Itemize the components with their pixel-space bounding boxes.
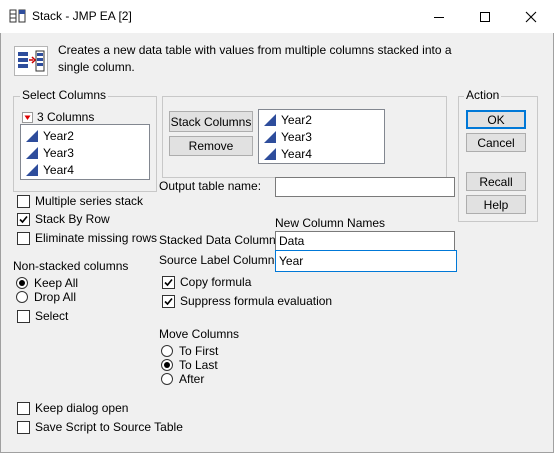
minimize-icon [434,16,444,18]
action-label: Action [464,88,502,102]
stack-by-row-checkbox[interactable] [17,213,30,226]
to-first-label: To First [179,344,219,358]
after-radio[interactable] [161,373,173,385]
continuous-column-icon [26,163,38,176]
continuous-column-icon [26,129,38,142]
stack-columns-button[interactable]: Stack Columns [169,111,253,132]
save-script-label: Save Script to Source Table [35,420,183,434]
multiple-series-stack-label: Multiple series stack [35,194,144,208]
continuous-column-icon [264,147,276,160]
move-columns-heading: Move Columns [159,327,240,341]
source-label-column-input[interactable] [275,250,457,272]
new-column-names-heading: New Column Names [275,216,386,230]
checkmark-icon [164,278,173,287]
list-item[interactable]: Year3 [25,144,74,161]
source-label-column-label: Source Label Column [159,253,275,267]
recall-button[interactable]: Recall [466,172,526,191]
to-last-radio[interactable] [161,359,173,371]
copy-formula-checkbox[interactable] [162,276,175,289]
continuous-column-icon [264,113,276,126]
drop-all-label: Drop All [34,290,77,304]
list-item[interactable]: Year2 [263,111,312,128]
remove-button[interactable]: Remove [169,136,253,156]
ok-button[interactable]: OK [466,110,526,129]
list-item[interactable]: Year4 [25,161,74,178]
eliminate-missing-rows-checkbox[interactable] [17,232,30,245]
red-triangle-icon [22,111,33,123]
select-columns-label: Select Columns [20,88,109,102]
list-item-label: Year2 [281,112,312,127]
after-label: After [179,372,205,386]
suppress-formula-evaluation-checkbox[interactable] [162,295,175,308]
help-button[interactable]: Help [466,195,526,214]
eliminate-missing-rows-label: Eliminate missing rows [35,231,158,245]
close-icon [525,11,537,22]
continuous-column-icon [26,146,38,159]
list-item[interactable]: Year4 [263,145,312,162]
select-label: Select [35,309,69,323]
keep-all-radio[interactable] [16,277,28,289]
keep-dialog-open-checkbox[interactable] [17,402,30,415]
select-checkbox[interactable] [17,310,30,323]
checkmark-icon [164,297,173,306]
column-count-header[interactable]: 3 Columns [22,110,94,124]
save-script-checkbox[interactable] [17,421,30,434]
output-table-input[interactable] [275,177,455,197]
to-first-radio[interactable] [161,345,173,357]
maximize-button[interactable] [462,0,508,33]
keep-all-label: Keep All [34,276,79,290]
drop-all-radio[interactable] [16,291,28,303]
continuous-column-icon [264,130,276,143]
stacked-columns-list[interactable]: Year2 Year3 Year4 [258,109,385,164]
minimize-button[interactable] [416,0,462,33]
list-item-label: Year2 [43,128,74,143]
maximize-icon [480,11,490,22]
suppress-formula-evaluation-label: Suppress formula evaluation [180,294,333,308]
cancel-button[interactable]: Cancel [466,133,526,152]
output-table-label: Output table name: [159,179,262,193]
list-item-label: Year3 [281,129,312,144]
stacked-data-column-label: Stacked Data Column [159,233,276,247]
copy-formula-label: Copy formula [180,275,252,289]
keep-dialog-open-label: Keep dialog open [35,401,129,415]
window-title: Stack - JMP EA [2] [32,9,132,23]
column-count-label: 3 Columns [37,110,95,124]
list-item[interactable]: Year2 [25,127,74,144]
description-text: Creates a new data table with values fro… [58,43,452,74]
select-columns-list[interactable]: Year2 Year3 Year4 [20,124,150,180]
list-item-label: Year3 [43,145,74,160]
jmp-app-icon [9,9,26,23]
to-last-label: To Last [179,358,218,372]
checkmark-icon [19,215,28,224]
multiple-series-stack-checkbox[interactable] [17,195,30,208]
list-item-label: Year4 [43,162,74,177]
stacked-data-column-input[interactable] [275,231,455,251]
list-item[interactable]: Year3 [263,128,312,145]
stack-icon [14,46,48,76]
stack-by-row-label: Stack By Row [35,212,110,226]
close-button[interactable] [508,0,554,33]
list-item-label: Year4 [281,146,312,161]
non-stacked-columns-heading: Non-stacked columns [13,259,129,273]
